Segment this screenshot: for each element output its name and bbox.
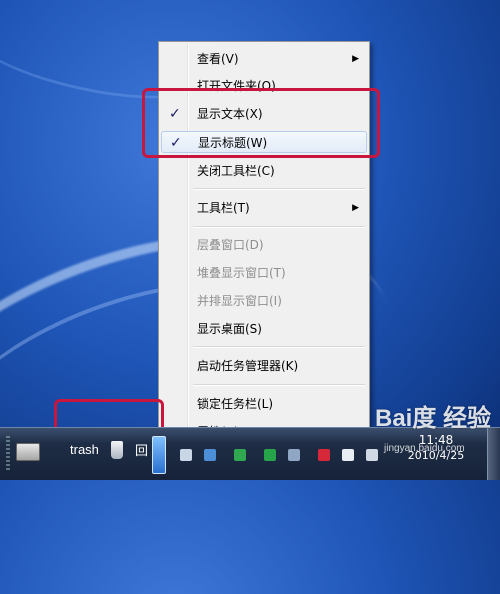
menu-item-stack-windows[interactable]: 堆叠显示窗口(T)	[161, 262, 367, 284]
error-flag-icon[interactable]	[318, 449, 330, 461]
menu-item-task-manager[interactable]: 启动任务管理器(K)	[161, 355, 367, 377]
menu-item-label: 启动任务管理器(K)	[197, 359, 299, 373]
network-connection-icon[interactable]	[288, 449, 300, 461]
menu-item-label: 并排显示窗口(I)	[197, 294, 282, 308]
menu-separator	[193, 384, 365, 386]
menu-separator	[193, 346, 365, 348]
menu-item-view[interactable]: 查看(V) ▶	[161, 48, 367, 70]
menu-item-label: 关闭工具栏(C)	[197, 164, 275, 178]
menu-separator	[193, 188, 365, 190]
watermark-url: jingyan.baidu.com	[384, 443, 465, 454]
network-icon[interactable]	[204, 449, 216, 461]
taskbar-grip-handle[interactable]	[6, 436, 10, 472]
show-desktop-button[interactable]	[487, 428, 500, 480]
menu-item-cascade-windows[interactable]: 层叠窗口(D)	[161, 234, 367, 256]
menu-item-label: 堆叠显示窗口(T)	[197, 266, 286, 280]
submenu-arrow-icon: ▶	[352, 54, 359, 64]
annotation-highlight-box	[142, 88, 380, 158]
menu-item-label: 工具栏(T)	[197, 201, 250, 215]
recycle-bin-icon[interactable]	[111, 441, 123, 459]
menu-item-side-by-side[interactable]: 并排显示窗口(I)	[161, 290, 367, 312]
menu-item-show-desktop[interactable]: 显示桌面(S)	[161, 318, 367, 340]
menu-item-close-toolbar[interactable]: 关闭工具栏(C)	[161, 160, 367, 182]
submenu-arrow-icon: ▶	[352, 203, 359, 213]
arrow-up-icon[interactable]	[264, 449, 276, 461]
security-shield-icon[interactable]	[234, 449, 246, 461]
menu-item-label: 锁定任务栏(L)	[197, 397, 274, 411]
menu-item-label: 显示桌面(S)	[197, 322, 262, 336]
document-icon[interactable]	[342, 449, 354, 461]
keyboard-icon[interactable]	[16, 443, 40, 461]
menu-item-toolbars[interactable]: 工具栏(T) ▶	[161, 197, 367, 219]
toolbar-resize-handle[interactable]	[152, 436, 166, 474]
speaker-icon[interactable]	[366, 449, 378, 461]
watermark-logo: Bai度 经验	[375, 405, 492, 432]
toolbar-label-trash[interactable]: trash	[70, 442, 99, 457]
menu-item-label: 查看(V)	[197, 52, 239, 66]
window-icon[interactable]	[180, 449, 192, 461]
menu-item-label: 层叠窗口(D)	[197, 238, 264, 252]
toolbar-label-extra[interactable]: 回	[135, 440, 148, 459]
menu-separator	[193, 226, 365, 228]
menu-item-lock-taskbar[interactable]: 锁定任务栏(L)	[161, 393, 367, 415]
